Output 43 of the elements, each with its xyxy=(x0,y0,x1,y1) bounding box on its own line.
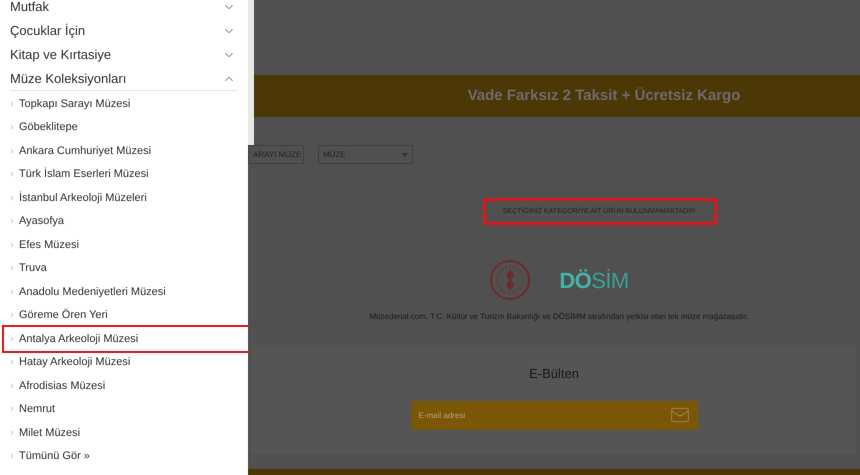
chevron-icon xyxy=(8,240,16,249)
subcategory-link[interactable]: Afrodisias Müzesi xyxy=(4,374,238,398)
subcategory-link[interactable]: Türk İslam Eserleri Müzesi xyxy=(4,162,238,186)
dropdown-arrow-icon xyxy=(402,152,408,157)
category-item[interactable]: Müze Koleksiyonları xyxy=(10,67,238,91)
chevron-icon xyxy=(8,217,16,226)
scrollbar[interactable] xyxy=(248,0,254,145)
chevron-icon xyxy=(8,405,16,414)
subcategory-link[interactable]: Antalya Arkeoloji Müzesi xyxy=(4,327,248,350)
ministry-emblem-icon xyxy=(489,259,532,302)
chevron-icon xyxy=(8,123,16,132)
subcategory-link[interactable]: Milet Müzesi xyxy=(4,421,238,444)
email-field[interactable]: E-mail adresi xyxy=(410,400,698,430)
chevron-icon xyxy=(8,146,16,155)
subcategory-link[interactable]: Hatay Arkeoloji Müzesi xyxy=(4,350,238,374)
subcategory-link[interactable]: İstanbul Arkeoloji Müzeleri xyxy=(4,186,238,210)
partner-logo: DÖSİM xyxy=(559,266,629,295)
category-item[interactable]: Mutfak xyxy=(10,0,238,19)
chevron-icon xyxy=(8,382,16,390)
subcategory-link[interactable]: Ayasofya xyxy=(4,210,238,233)
subcategory-link[interactable]: Tümünü Gör » xyxy=(4,444,238,468)
subcategory-link[interactable]: Göbeklitepe xyxy=(4,116,238,139)
chevron-icon xyxy=(8,358,16,366)
chevron-icon xyxy=(8,264,16,272)
chevron-icon xyxy=(8,452,16,460)
chevron-icon xyxy=(8,194,16,202)
subcategory-link[interactable]: Topkapı Sarayı Müzesi xyxy=(4,92,238,116)
subcategory-link[interactable]: Ankara Cumhuriyet Müzesi xyxy=(4,139,238,162)
category-item[interactable]: Çocuklar İçin xyxy=(10,19,238,43)
newsletter-title: E-Bülten xyxy=(529,365,579,384)
chevron-icon xyxy=(8,428,16,437)
chevron-icon xyxy=(8,288,16,296)
chevron-icon xyxy=(8,334,16,343)
promo-text: Vade Farksız 2 Taksit + Ücretsiz Kargo xyxy=(468,86,740,106)
subcategory-link[interactable]: Göreme Ören Yeri xyxy=(4,304,238,327)
subcategory-link[interactable]: Efes Müzesi xyxy=(4,233,238,256)
chevron-icon xyxy=(8,311,16,320)
chevron-icon xyxy=(8,100,16,108)
subcategory-link[interactable]: Anadolu Medeniyetleri Müzesi xyxy=(4,280,238,304)
chevron-icon xyxy=(8,170,16,178)
category-item[interactable]: Kitap ve Kırtasiye xyxy=(10,43,238,67)
subcategory-link[interactable]: Nemrut xyxy=(4,398,238,421)
subcategory-link[interactable]: Truva xyxy=(4,256,238,280)
